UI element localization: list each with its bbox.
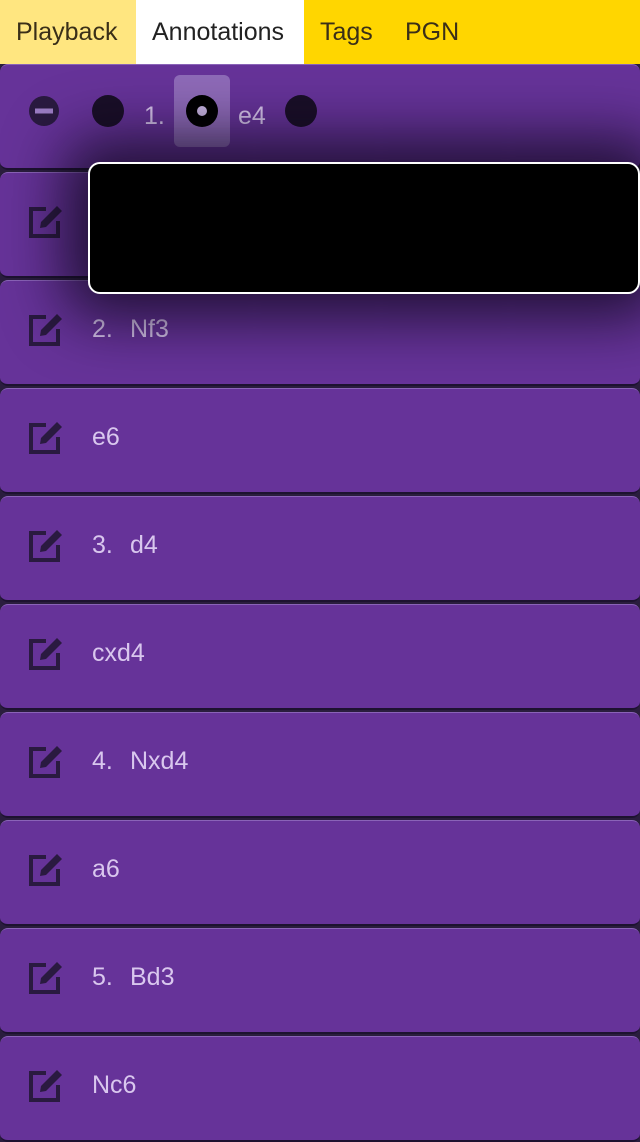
move-san: d4: [130, 531, 158, 559]
tab-annotations[interactable]: Annotations: [136, 0, 304, 64]
edit-icon[interactable]: [26, 849, 66, 889]
edit-icon[interactable]: [26, 1065, 66, 1105]
move-row[interactable]: 2. Nf3: [0, 280, 640, 386]
edit-icon[interactable]: [26, 309, 66, 349]
move-san: Nc6: [92, 1071, 137, 1099]
move-number: 2.: [92, 315, 113, 343]
edit-icon[interactable]: [26, 741, 66, 781]
move-row[interactable]: a6: [0, 820, 640, 926]
insert-before-dot[interactable]: [92, 95, 124, 127]
move-san[interactable]: e4: [238, 102, 266, 131]
remove-icon[interactable]: [28, 95, 60, 127]
insert-after-dot[interactable]: [285, 95, 317, 127]
selected-position-chip[interactable]: [174, 75, 230, 147]
move-san: Nxd4: [130, 747, 189, 775]
move-san: e6: [92, 423, 120, 451]
move-row[interactable]: 3. d4: [0, 496, 640, 602]
edit-icon[interactable]: [26, 525, 66, 565]
move-row[interactable]: Nc6: [0, 1036, 640, 1142]
move-number: 1.: [144, 102, 165, 130]
move-san: cxd4: [92, 639, 145, 667]
move-number: 3.: [92, 531, 113, 559]
tab-pgn[interactable]: PGN: [389, 0, 479, 64]
edit-icon[interactable]: [26, 201, 66, 241]
move-row[interactable]: 5. Bd3: [0, 928, 640, 1034]
tab-bar: Playback Annotations Tags PGN: [0, 0, 640, 64]
edit-icon[interactable]: [26, 417, 66, 457]
tab-playback[interactable]: Playback: [0, 0, 136, 64]
move-san: a6: [92, 855, 120, 883]
annotation-popup[interactable]: [88, 162, 640, 294]
move-number: 5.: [92, 963, 113, 991]
move-san: Bd3: [130, 963, 175, 991]
selected-position-dot: [186, 95, 218, 127]
edit-icon[interactable]: [26, 633, 66, 673]
move-row[interactable]: cxd4: [0, 604, 640, 710]
move-san: Nf3: [130, 315, 169, 343]
move-row[interactable]: e6: [0, 388, 640, 494]
tab-tags[interactable]: Tags: [304, 0, 389, 64]
move-row[interactable]: 4. Nxd4: [0, 712, 640, 818]
expanded-move-row: 1. e4: [0, 64, 640, 170]
move-number: 4.: [92, 747, 113, 775]
edit-icon[interactable]: [26, 957, 66, 997]
